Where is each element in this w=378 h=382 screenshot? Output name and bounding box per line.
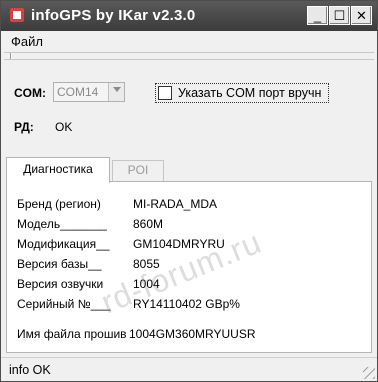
resize-grip-icon[interactable] bbox=[363, 367, 375, 379]
com-label: COM: bbox=[14, 86, 46, 100]
tab-diagnostics[interactable]: Диагностика bbox=[6, 157, 110, 183]
tab-strip: Диагностика POI bbox=[6, 157, 372, 183]
checkbox-box[interactable] bbox=[158, 86, 172, 100]
brand-value: MI-RADA_MDA bbox=[133, 197, 218, 211]
rd-value: OK bbox=[55, 120, 73, 134]
minimize-button[interactable]: _ bbox=[307, 6, 328, 25]
voice-version-label: Версия озвучки bbox=[17, 277, 104, 291]
menu-file[interactable]: Файл bbox=[11, 34, 43, 49]
window-title: infoGPS by IKar v2.3.0 bbox=[31, 7, 196, 24]
serial-label: Серийный №___ bbox=[17, 297, 111, 311]
maximize-button[interactable]: ☐ bbox=[329, 6, 350, 25]
app-window: infoGPS by IKar v2.3.0 _ ☐ ✕ Файл COM: C… bbox=[0, 0, 378, 382]
tab-poi[interactable]: POI bbox=[112, 160, 164, 181]
grip-mark bbox=[10, 53, 12, 59]
status-text: info OK bbox=[9, 363, 51, 377]
com-port-select[interactable]: COM14 bbox=[53, 82, 125, 102]
serial-value: RY14110402 GBp% bbox=[133, 297, 240, 311]
modification-value: GM104DMRYRU bbox=[133, 237, 225, 251]
manual-port-label: Указать COM порт вручн bbox=[178, 86, 322, 100]
com-port-value: COM14 bbox=[57, 85, 99, 99]
brand-label: Бренд (регион) bbox=[17, 197, 101, 211]
db-version-label: Версия базы__ bbox=[17, 257, 102, 271]
firmware-file-value: 1004GM360MRYUUSR bbox=[129, 327, 256, 341]
title-bar[interactable]: infoGPS by IKar v2.3.0 _ ☐ ✕ bbox=[1, 1, 377, 31]
menu-bar: Файл bbox=[1, 31, 377, 51]
toolbar-grip bbox=[4, 52, 374, 60]
chevron-down-icon[interactable] bbox=[108, 83, 124, 101]
manual-port-checkbox[interactable]: Указать COM порт вручн bbox=[155, 83, 329, 103]
db-version-value: 8055 bbox=[133, 257, 160, 271]
close-button[interactable]: ✕ bbox=[351, 6, 372, 25]
voice-version-value: 1004 bbox=[133, 277, 160, 291]
firmware-file-label: Имя файла прошив bbox=[17, 327, 127, 341]
diagnostics-panel: Бренд (регион) MI-RADA_MDA Модель_______… bbox=[6, 181, 372, 353]
model-value: 860M bbox=[133, 217, 164, 231]
rd-label: РД: bbox=[14, 120, 34, 134]
modification-label: Модификация__ bbox=[17, 237, 110, 251]
model-label: Модель_______ bbox=[17, 217, 107, 231]
status-bar: info OK bbox=[1, 357, 377, 381]
app-icon bbox=[10, 8, 24, 22]
